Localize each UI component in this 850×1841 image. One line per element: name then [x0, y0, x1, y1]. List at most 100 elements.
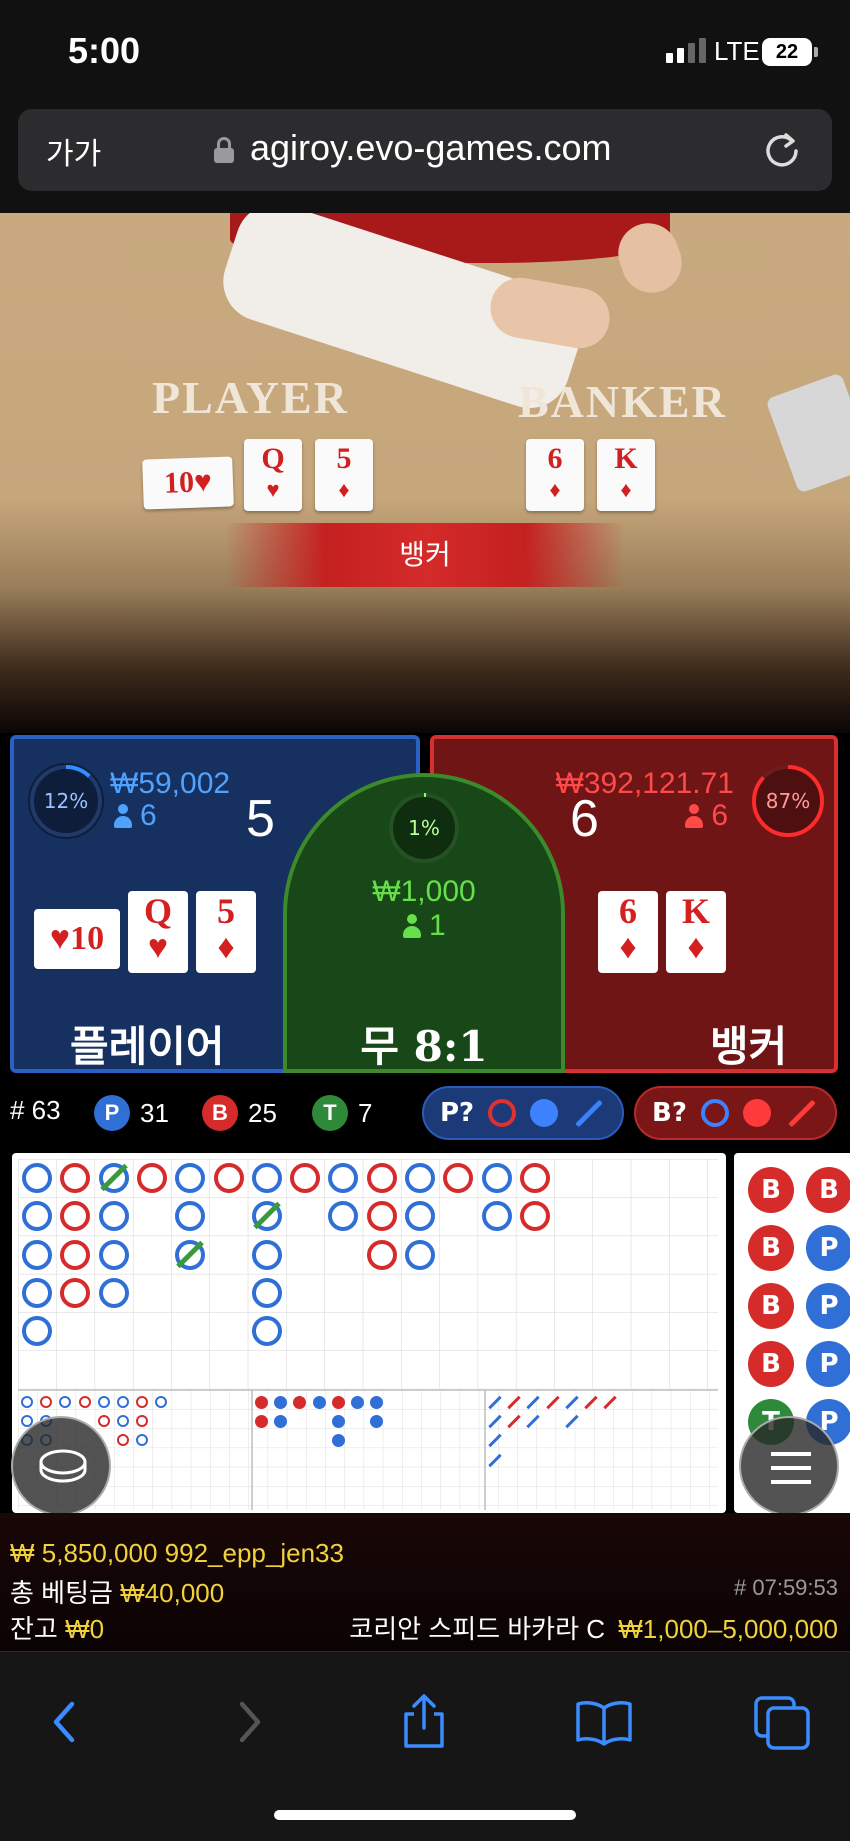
card-rank: 10 — [70, 920, 105, 957]
big-road-mark — [439, 1159, 477, 1197]
big-road-mark — [56, 1274, 94, 1312]
forward-icon[interactable] — [218, 1692, 278, 1752]
bead-road-mark: B — [748, 1225, 794, 1271]
game-time: # 07:59:53 — [734, 1575, 838, 1600]
scoreboard-roadmap[interactable] — [12, 1153, 726, 1513]
player-wins-count: 31 — [140, 1097, 169, 1128]
chip-stack-button[interactable] — [11, 1416, 111, 1516]
result-banner: 뱅커 — [225, 523, 625, 587]
total-bet: 총 베팅금 ₩40,000 — [10, 1573, 224, 1610]
predict-ring-icon — [700, 1099, 729, 1127]
big-road-mark — [248, 1236, 286, 1274]
player-percent: 12% — [43, 789, 89, 813]
big-road-mark — [401, 1197, 439, 1235]
table-limits: ₩1,000–5,000,000 — [618, 1614, 838, 1644]
person-icon — [403, 914, 421, 938]
derived-road-mark — [117, 1396, 129, 1408]
derived-road-mark — [312, 1396, 326, 1409]
tie-wins: T7 — [312, 1095, 372, 1131]
big-road-mark — [363, 1236, 401, 1274]
banker-dot-icon: B — [202, 1095, 238, 1131]
tabs-icon[interactable] — [752, 1692, 812, 1752]
player-wins: P 31 — [94, 1095, 169, 1131]
signal-icon — [666, 38, 706, 63]
reload-icon[interactable] — [762, 129, 802, 169]
reader-settings-button[interactable]: 가가 — [46, 129, 101, 173]
player-card: Q ♥ — [128, 891, 188, 973]
card-suit: ♥ — [266, 477, 280, 502]
status-bar: 5:00 LTE 22 — [0, 0, 850, 105]
balance-label: 잔고 — [10, 1614, 58, 1644]
banker-score: 6 — [570, 790, 599, 848]
banker-card: 6 ♦ — [598, 891, 658, 973]
big-road-mark — [248, 1312, 286, 1350]
video-card: Q ♥ — [244, 439, 302, 511]
person-icon — [114, 804, 132, 828]
derived-road-mark — [255, 1396, 268, 1409]
big-road-mark — [18, 1236, 56, 1274]
card-rank: 6 — [547, 442, 563, 475]
browser-address-area: 가가 agiroy.evo-games.com — [0, 105, 850, 213]
card-suit: ♦ — [620, 477, 632, 502]
video-card: K ♦ — [597, 439, 655, 511]
derived-road-mark — [21, 1396, 33, 1408]
banker-predict-label: B? — [652, 1098, 687, 1128]
big-road-mark — [18, 1312, 56, 1350]
player-predict-button[interactable]: P? — [422, 1086, 625, 1140]
big-road-mark — [95, 1197, 133, 1235]
tie-total-amount: ₩1,000 — [372, 875, 476, 908]
banker-wins-count: 25 — [248, 1097, 277, 1128]
derived-road-mark — [331, 1396, 345, 1409]
url-text[interactable]: agiroy.evo-games.com — [250, 127, 611, 169]
live-video: PLAYER BANKER 10♥ Q ♥ 5 ♦ 6 ♦ K ♦ 뱅커 — [0, 213, 850, 733]
player-dot-icon: P — [94, 1095, 130, 1131]
tie-dot-icon: T — [312, 1095, 348, 1131]
share-icon[interactable] — [394, 1692, 454, 1752]
big-road-mark — [56, 1236, 94, 1274]
banker-wins: B 25 — [202, 1095, 277, 1131]
player-card: ♥10 — [34, 909, 120, 969]
tie-wins-count: 7 — [358, 1097, 373, 1128]
total-bet-value: ₩40,000 — [120, 1578, 225, 1608]
big-road-mark — [478, 1159, 516, 1197]
card-suit: ♦ — [217, 929, 235, 966]
back-icon[interactable] — [36, 1692, 96, 1752]
player-card: 5 ♦ — [196, 891, 256, 973]
predict-dot-icon — [742, 1099, 771, 1127]
bead-road-mark: P — [806, 1283, 850, 1329]
chip-stack-icon — [39, 1449, 87, 1483]
banker-bettors: 6 — [711, 799, 728, 832]
derived-road-mark — [351, 1396, 364, 1409]
big-road-mark — [171, 1236, 209, 1274]
status-time: 5:00 — [68, 30, 141, 71]
card-rank: 5 — [217, 891, 235, 931]
table-info: 코리안 스피드 바카라 C ₩1,000–5,000,000 — [349, 1609, 838, 1646]
predict-dot-icon — [530, 1099, 559, 1127]
address-bar[interactable]: 가가 agiroy.evo-games.com — [18, 109, 832, 191]
menu-icon — [771, 1452, 811, 1484]
banker-predict-button[interactable]: B? — [634, 1086, 837, 1140]
card-rank: Q — [261, 442, 285, 475]
bookmarks-icon[interactable] — [574, 1692, 634, 1752]
big-road-mark — [171, 1159, 209, 1197]
big-road-mark — [133, 1159, 171, 1197]
balance: 잔고 ₩0 — [10, 1609, 104, 1646]
card-suit: ♦ — [549, 477, 561, 502]
card-rank: 10 — [163, 465, 195, 500]
tie-bettors: 1 — [429, 909, 446, 942]
card-rank: 6 — [619, 891, 637, 931]
tie-bet-area[interactable]: 1% ₩1,000 1 무 8:1 — [283, 773, 565, 1073]
big-road-mark — [401, 1159, 439, 1197]
player-bettor-count: 6 — [114, 799, 157, 833]
big-road-mark — [324, 1197, 362, 1235]
banker-card: K ♦ — [666, 891, 726, 973]
table-banker-word: BANKER — [518, 376, 727, 427]
card-rank: 5 — [336, 442, 352, 475]
player-total-amount: ₩59,002 — [110, 767, 231, 800]
card-suit: ♦ — [338, 477, 350, 502]
big-road-mark — [18, 1197, 56, 1235]
video-card: 6 ♦ — [526, 439, 584, 511]
menu-button[interactable] — [739, 1416, 839, 1516]
bead-road-mark: B — [748, 1341, 794, 1387]
stats-row: # 63 P 31 B 25 T7 P? B? — [0, 1083, 850, 1143]
